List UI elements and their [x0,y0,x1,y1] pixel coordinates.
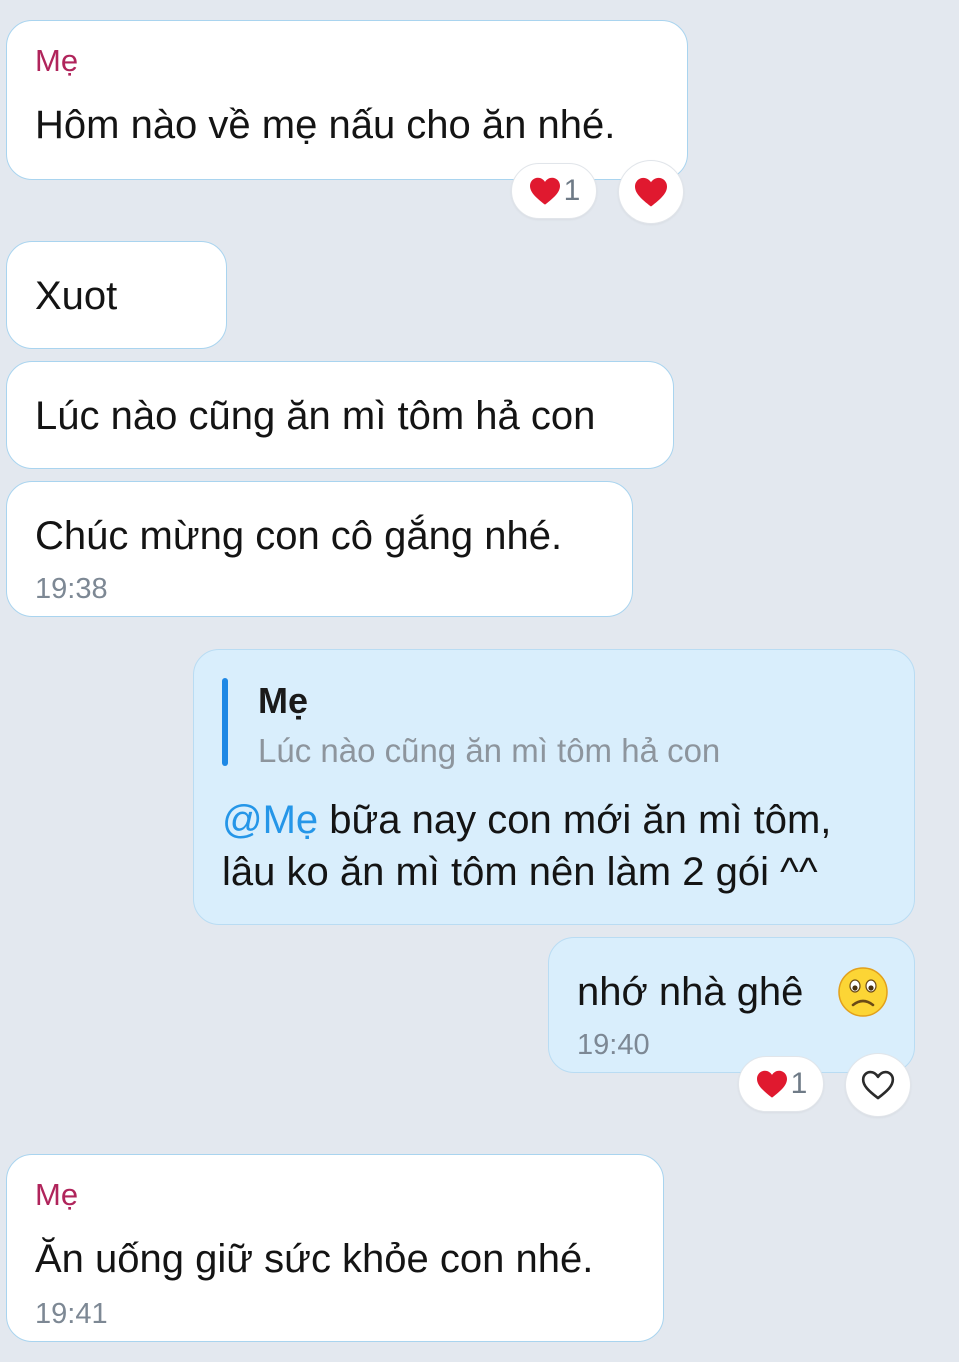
heart-icon [755,1069,789,1099]
message-text: Chúc mừng con cô gắng nhé. [35,514,563,558]
message-text: Xuot [35,274,118,318]
mention-link[interactable]: @Mẹ [222,798,318,842]
message-text: Lúc nào cũng ăn mì tôm hả con [35,394,596,438]
reaction-count: 1 [563,174,581,207]
message-timestamp: 19:38 [35,573,108,605]
sad-face-emoji [837,966,889,1023]
message-bubble-incoming[interactable]: Mẹ Hôm nào về mẹ nấu cho ăn nhé. [6,20,688,180]
message-text: nhớ nhà ghê [577,970,804,1014]
message-text-line-2: lâu ko ăn mì tôm nên làm 2 gói ^^ [222,850,818,894]
quoted-sender-name: Mẹ [258,680,309,721]
sender-name: Mẹ [35,1177,79,1212]
quoted-message-text: Lúc nào cũng ăn mì tôm hả con [258,732,721,769]
message-bubble-incoming[interactable]: Lúc nào cũng ăn mì tôm hả con [6,361,674,469]
message-bubble-outgoing-reply[interactable]: Mẹ Lúc nào cũng ăn mì tôm hả con @Mẹ bữa… [193,649,915,925]
message-bubble-incoming[interactable]: Xuot [6,241,227,349]
react-heart-button[interactable] [845,1053,911,1117]
heart-outline-icon [860,1069,896,1101]
message-bubble-outgoing[interactable]: nhớ nhà ghê 19:40 [548,937,915,1073]
message-text: Ăn uống giữ sức khỏe con nhé. [35,1237,594,1281]
message-bubble-incoming[interactable]: Mẹ Ăn uống giữ sức khỏe con nhé. 19:41 [6,1154,664,1342]
reaction-count-badge[interactable]: 1 [511,163,597,219]
message-text: Hôm nào về mẹ nấu cho ăn nhé. [35,103,616,147]
message-bubble-incoming[interactable]: Chúc mừng con cô gắng nhé. 19:38 [6,481,633,617]
message-text: bữa nay con mới ăn mì tôm, [318,798,832,842]
message-timestamp: 19:40 [577,1029,650,1061]
reaction-count-badge[interactable]: 1 [738,1056,824,1112]
sender-name: Mẹ [35,43,79,78]
message-text-line-1: @Mẹ bữa nay con mới ăn mì tôm, [222,794,831,846]
message-timestamp: 19:41 [35,1298,108,1330]
heart-icon [528,176,562,206]
react-heart-button[interactable] [618,160,684,224]
heart-icon [633,176,669,208]
reaction-count: 1 [790,1067,808,1100]
quote-bar [222,678,228,766]
